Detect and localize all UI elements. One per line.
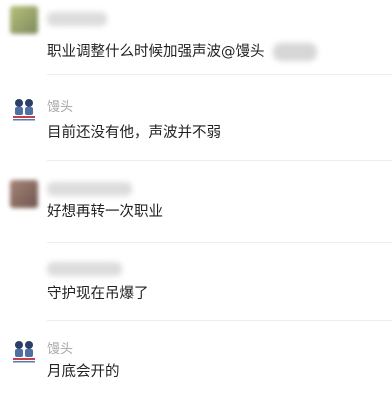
user-name[interactable]: 馒头 — [47, 96, 73, 115]
cartoon-avatar-icon[interactable] — [10, 336, 38, 364]
cartoon-avatar-icon[interactable] — [10, 94, 38, 122]
comment-divider — [47, 242, 392, 243]
blurred-mention — [272, 43, 317, 61]
user-name-blurred — [47, 12, 107, 26]
user-name-blurred — [47, 262, 122, 276]
comment-item: 职业调整什么时候加强声波@馒头 — [0, 0, 392, 76]
user-avatar[interactable] — [10, 180, 38, 208]
user-name[interactable]: 馒头 — [47, 338, 73, 357]
comment-item: 好想再转一次职业 — [0, 162, 392, 244]
comment-text: 职业调整什么时候加强声波@馒头 — [47, 40, 317, 61]
comment-text: 月底会开的 — [47, 364, 120, 380]
comment-item: 馒头 月底会开的 — [0, 322, 392, 406]
comment-text: 目前还没有他，声波并不弱 — [47, 125, 221, 141]
comment-divider — [47, 160, 392, 161]
user-avatar[interactable] — [10, 6, 38, 34]
comment-item: 守护现在吊爆了 — [0, 244, 392, 322]
comment-divider — [47, 74, 392, 75]
comment-divider — [47, 320, 392, 321]
user-name-blurred — [47, 182, 132, 196]
comment-text: 守护现在吊爆了 — [47, 286, 149, 302]
comment-text: 好想再转一次职业 — [47, 204, 163, 220]
comment-text-content: 职业调整什么时候加强声波@馒头 — [47, 44, 265, 60]
comment-item: 馒头 目前还没有他，声波并不弱 — [0, 76, 392, 162]
